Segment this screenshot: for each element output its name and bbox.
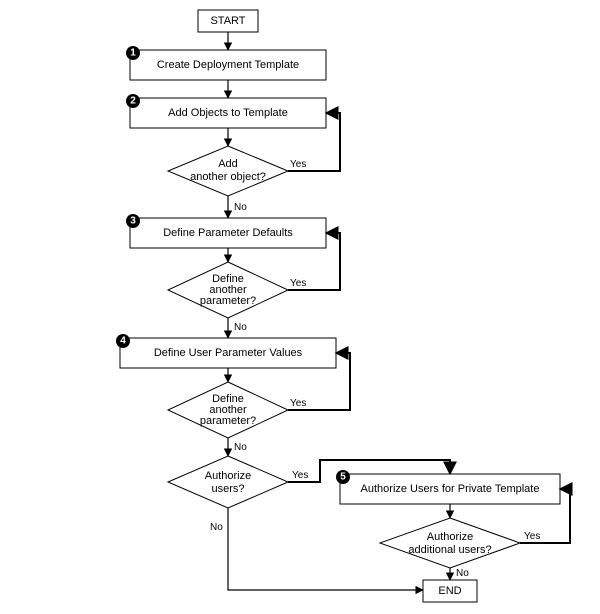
start-label: START bbox=[210, 15, 245, 27]
svg-text:No: No bbox=[234, 322, 247, 333]
step-4-label: Define User Parameter Values bbox=[154, 347, 303, 359]
svg-text:No: No bbox=[234, 442, 247, 453]
svg-text:1: 1 bbox=[130, 48, 136, 59]
flowchart: START 1 Create Deployment Template 2 Add… bbox=[0, 0, 600, 614]
step-2-label: Add Objects to Template bbox=[168, 107, 288, 119]
step-3-label: Define Parameter Defaults bbox=[163, 227, 293, 239]
svg-text:parameter?: parameter? bbox=[200, 295, 256, 307]
svg-text:2: 2 bbox=[130, 96, 136, 107]
svg-text:No: No bbox=[456, 568, 469, 579]
svg-text:parameter?: parameter? bbox=[200, 415, 256, 427]
svg-text:No: No bbox=[210, 522, 223, 533]
svg-text:Yes: Yes bbox=[290, 159, 306, 170]
svg-text:No: No bbox=[234, 202, 247, 213]
svg-text:Yes: Yes bbox=[290, 278, 306, 289]
svg-text:Yes: Yes bbox=[292, 470, 308, 481]
svg-text:4: 4 bbox=[120, 336, 126, 347]
svg-text:another object?: another object? bbox=[190, 171, 266, 183]
step-1-label: Create Deployment Template bbox=[157, 59, 299, 71]
svg-text:Yes: Yes bbox=[524, 531, 540, 542]
svg-text:Authorize: Authorize bbox=[205, 470, 251, 482]
svg-text:Add: Add bbox=[218, 158, 238, 170]
svg-text:additional users?: additional users? bbox=[408, 544, 491, 556]
step-5-label: Authorize Users for Private Template bbox=[361, 483, 540, 495]
svg-text:5: 5 bbox=[340, 472, 346, 483]
svg-text:Authorize: Authorize bbox=[427, 531, 473, 543]
end-label: END bbox=[438, 585, 461, 597]
svg-text:Yes: Yes bbox=[290, 398, 306, 409]
svg-text:3: 3 bbox=[130, 216, 136, 227]
svg-text:users?: users? bbox=[211, 483, 244, 495]
